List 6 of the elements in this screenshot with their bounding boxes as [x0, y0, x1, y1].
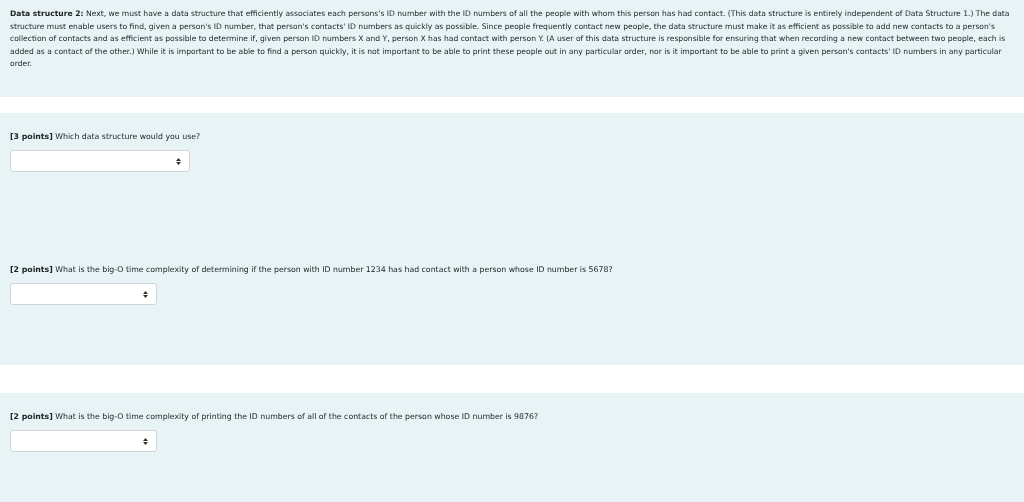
sort-arrows-icon [143, 437, 148, 445]
answer-dropdown[interactable] [10, 283, 157, 305]
sort-arrows-icon [176, 157, 181, 165]
sort-arrows-icon [143, 290, 148, 298]
answer-dropdown[interactable] [10, 430, 157, 452]
answer-dropdown[interactable] [10, 150, 190, 172]
